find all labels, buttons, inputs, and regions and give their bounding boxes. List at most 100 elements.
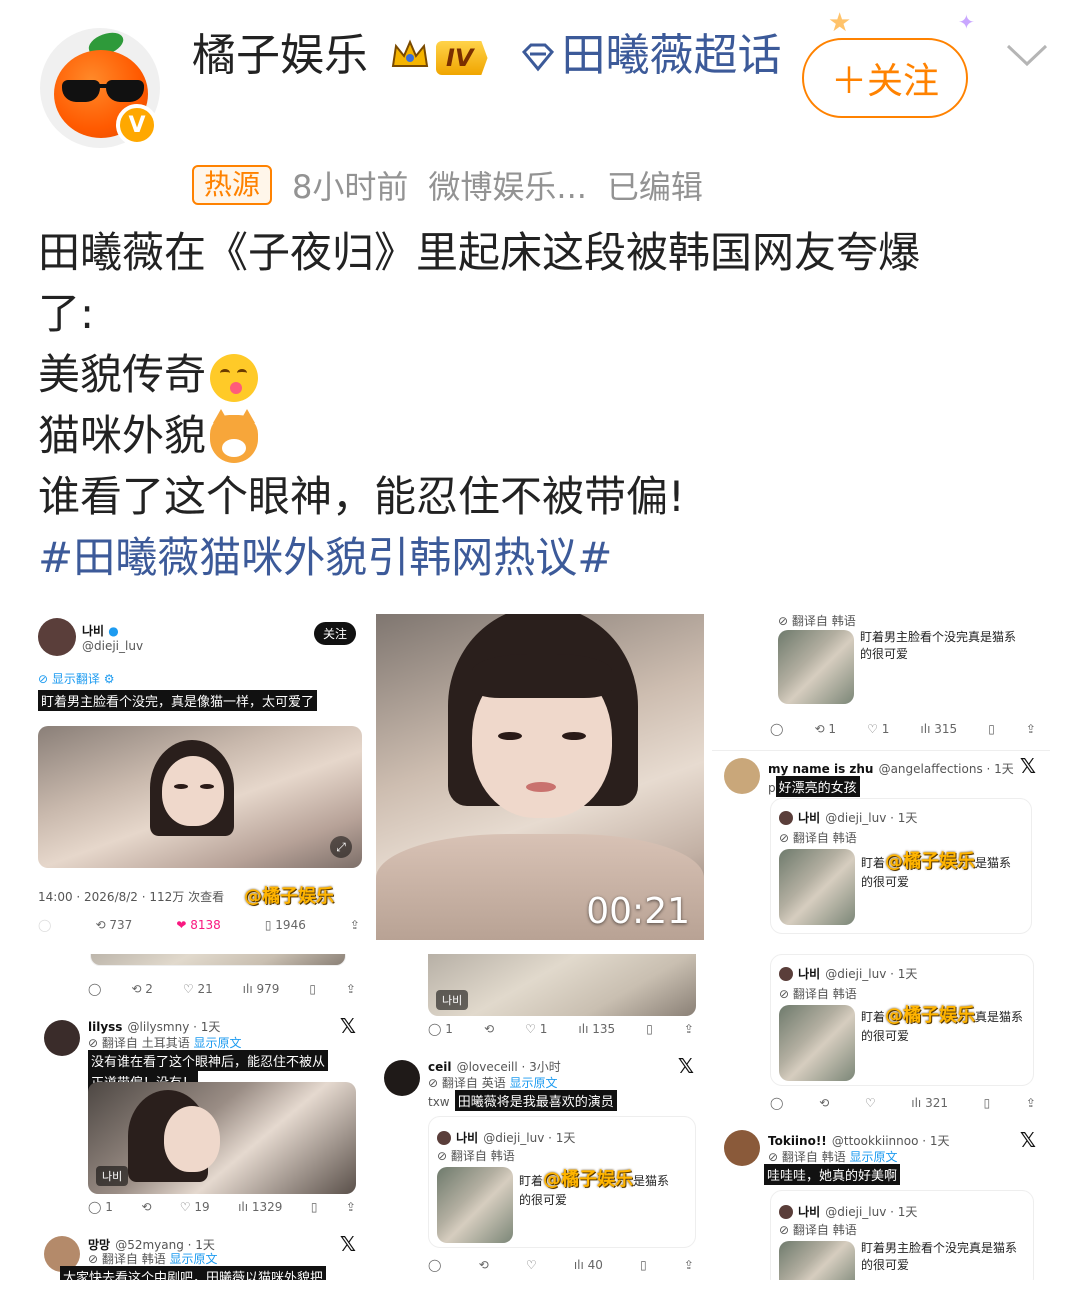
- reply-count[interactable]: ◯ 1: [88, 1200, 113, 1214]
- like-count[interactable]: ❤ 8138: [176, 918, 220, 932]
- view-count: ılı 135: [578, 1022, 616, 1036]
- retweet-icon: ⟲: [95, 918, 110, 932]
- retweet-count[interactable]: ⟲ 2: [131, 982, 153, 996]
- bookmark-icon[interactable]: ▯: [309, 982, 316, 996]
- watermark: @橘子娱乐: [244, 886, 334, 907]
- like-count[interactable]: ♡ 21: [183, 982, 213, 996]
- share-icon[interactable]: ⇪: [684, 1258, 694, 1272]
- reply-count[interactable]: ◯ 1: [428, 1022, 453, 1036]
- follow-button[interactable]: ＋关注: [802, 38, 968, 118]
- quoted-lang: ⊘ 翻译自 韩语: [779, 831, 857, 845]
- image-tile-4[interactable]: ◯ ⟲ 2 ♡ 21 ılı 979 ▯ ⇪ lilyss @lilysmny …: [30, 954, 370, 1280]
- expand-icon[interactable]: ⤢: [330, 836, 352, 858]
- quote-text: 盯着男主脸看个没完真是猫系 的很可爱: [861, 1241, 1018, 1272]
- reply-icon[interactable]: ◯: [770, 722, 783, 736]
- like-icon[interactable]: ♡: [865, 1096, 876, 1110]
- tweet-photo[interactable]: 나비: [88, 1082, 356, 1194]
- tweet-photo-partial[interactable]: 나비: [428, 954, 696, 1016]
- tweet-action-bar: ◯ ⟲ ♡ ılı 40 ▯ ⇪: [428, 1258, 694, 1272]
- x-logo-icon: 𝕏: [1019, 754, 1036, 778]
- image-tile-3[interactable]: ⊘ 翻译自 韩语 盯着男主脸看个没完真是猫系 的很可爱 ◯ ⟲ 1 ♡ 1 ılı…: [712, 604, 1050, 942]
- bookmark-count[interactable]: ▯ 1946: [265, 918, 306, 932]
- retweet-icon[interactable]: ⟲: [484, 1022, 494, 1036]
- bookmark-icon[interactable]: ▯: [640, 1258, 647, 1272]
- tweet-action-bar: ◯ 1 ⟲ ♡ 19 ılı 1329 ▯ ⇪: [88, 1200, 356, 1214]
- share-icon[interactable]: ⇪: [684, 1022, 694, 1036]
- like-count[interactable]: ♡ 19: [180, 1200, 210, 1214]
- avatar: [724, 1130, 760, 1166]
- post-time: 8小时前: [292, 168, 409, 206]
- avatar: [38, 618, 76, 656]
- bookmark-icon[interactable]: ▯: [311, 1200, 318, 1214]
- quoted-author: 나비 @dieji_luv · 1天: [779, 1201, 917, 1220]
- quoted-tweet[interactable]: 나비 @dieji_luv · 1天 ⊘ 翻译自 韩语 盯着@橘子娱乐是猫系 的…: [770, 798, 1032, 934]
- reply-icon[interactable]: ◯: [770, 1096, 783, 1110]
- quoted-tweet[interactable]: 나비 @dieji_luv · 1天 ⊘ 翻译自 韩语 盯着@橘子娱乐是猫系 的…: [428, 1116, 696, 1248]
- image-tag: 나비: [436, 990, 469, 1010]
- hashtag-link[interactable]: #田曦薇猫咪外貌引韩网热议#: [38, 527, 1048, 588]
- username[interactable]: 橘子娱乐: [192, 30, 368, 81]
- bookmark-icon[interactable]: ▯: [646, 1022, 653, 1036]
- like-icon[interactable]: ♡: [526, 1258, 537, 1272]
- tweet-photo[interactable]: ⤢: [38, 726, 362, 868]
- retweet-count[interactable]: ⟲ 1: [815, 722, 837, 736]
- tweet-caption: 盯着男主脸看个没完，真是像猫一样，太可爱了: [38, 690, 370, 711]
- show-translation-link[interactable]: ⊘ 显示翻译 ⚙: [38, 670, 370, 687]
- body-line: 田曦薇在《子夜归》里起床这段被韩国网友夸爆: [38, 228, 921, 277]
- quoted-tweet[interactable]: 나비 @dieji_luv · 1天 ⊘ 翻译自 韩语 盯着男主脸看个没完真是猫…: [770, 1190, 1034, 1280]
- view-count: ılı 1329: [238, 1200, 283, 1214]
- share-icon[interactable]: ⇪: [1026, 722, 1036, 736]
- reply-icon[interactable]: ◯: [38, 918, 51, 932]
- follow-button-small[interactable]: 关注: [313, 622, 356, 645]
- tweet-header: lilyss @lilysmny · 1天: [88, 1020, 221, 1034]
- tweet-action-bar: ◯ ⟲ 737 ❤ 8138 ▯ 1946 ⇪: [38, 918, 360, 932]
- retweet-icon[interactable]: ⟲: [141, 1200, 151, 1214]
- reply-icon[interactable]: ◯: [88, 982, 101, 996]
- share-icon[interactable]: ⇪: [1026, 1096, 1036, 1110]
- like-count[interactable]: ♡ 1: [525, 1022, 547, 1036]
- view-count: ılı 40: [573, 1258, 603, 1272]
- body-text: 美貌传奇: [38, 350, 207, 399]
- post-meta: 热源 8小时前 微博娱乐... 已编辑: [192, 162, 703, 208]
- quote-thumbnail[interactable]: [779, 1005, 855, 1081]
- quote-thumbnail[interactable]: [779, 1241, 855, 1280]
- bookmark-icon[interactable]: ▯: [984, 1096, 991, 1110]
- avatar: [44, 1020, 80, 1056]
- like-count[interactable]: ♡ 1: [867, 722, 889, 736]
- bangs-shape: [472, 654, 612, 698]
- hot-source-tag[interactable]: 热源: [192, 165, 273, 205]
- share-icon[interactable]: ⇪: [346, 1200, 356, 1214]
- post-source[interactable]: 微博娱乐...: [428, 162, 587, 208]
- image-tag: 나비: [96, 1166, 129, 1186]
- view-count: ılı 321: [911, 1096, 948, 1110]
- translated-from: ⊘ 翻译自 英语 显示原文: [428, 1076, 558, 1090]
- image-tile-5[interactable]: 나비 ◯ 1 ⟲ ♡ 1 ılı 135 ▯ ⇪ ceil @loveceill…: [372, 954, 708, 1280]
- heart-icon: ❤: [176, 918, 191, 932]
- quote-thumbnail[interactable]: [779, 849, 855, 925]
- reply-icon[interactable]: ◯: [428, 1258, 441, 1272]
- retweet-count[interactable]: ⟲ 737: [96, 918, 133, 932]
- image-tile-6[interactable]: 나비 @dieji_luv · 1天 ⊘ 翻译自 韩语 盯着@橘子娱乐真是猫系 …: [712, 954, 1050, 1280]
- tweet-action-bar: ◯ 1 ⟲ ♡ 1 ılı 135 ▯ ⇪: [428, 1022, 694, 1036]
- chevron-down-icon[interactable]: [1004, 40, 1050, 74]
- video-tile[interactable]: 00:21: [376, 614, 704, 940]
- quote-thumbnail[interactable]: [778, 630, 854, 704]
- retweet-icon[interactable]: ⟲: [819, 1096, 829, 1110]
- tweet-caption: 大家快去看这个中剧吧，田曦薇以猫咪外貌把: [60, 1266, 370, 1280]
- share-icon[interactable]: ⇪: [350, 918, 360, 932]
- share-icon[interactable]: ⇪: [346, 982, 356, 996]
- image-tile-1[interactable]: 나비 ● @dieji_luv 关注 ⊘ 显示翻译 ⚙ 盯着男主脸看个没完，真是…: [30, 604, 370, 944]
- bookmark-icon[interactable]: ▯: [988, 722, 995, 736]
- tweet-caption: txw 田曦薇将是我最喜欢的演员: [428, 1090, 708, 1111]
- retweet-icon[interactable]: ⟲: [479, 1258, 489, 1272]
- post-body: 田曦薇在《子夜归》里起床这段被韩国网友夸爆 了: 美貌传奇 猫咪外貌 谁看了这个…: [38, 222, 1048, 588]
- super-topic-link[interactable]: 田曦薇超话: [562, 30, 782, 81]
- edited-label: 已编辑: [606, 168, 703, 206]
- level-badge: IV: [436, 41, 488, 75]
- quoted-tweet[interactable]: 나비 @dieji_luv · 1天 ⊘ 翻译自 韩语 盯着@橘子娱乐真是猫系 …: [770, 954, 1034, 1086]
- quote-thumbnail[interactable]: [437, 1167, 513, 1243]
- quoted-lang: ⊘ 翻译自 韩语: [779, 987, 857, 1001]
- tweet-handle: @dieji_luv: [82, 638, 144, 653]
- eye-shape: [200, 784, 214, 789]
- body-line: 猫咪外貌: [38, 405, 1048, 466]
